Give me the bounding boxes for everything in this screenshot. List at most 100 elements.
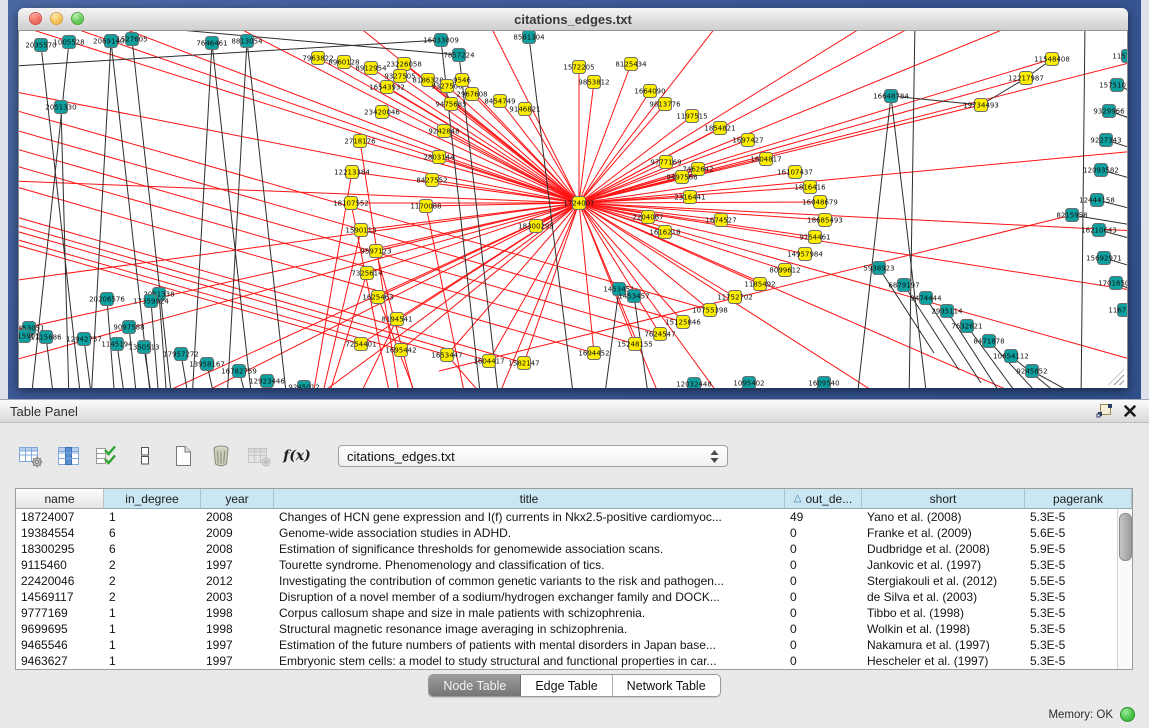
table-cell[interactable]: Corpus callosum shape and size in male p… (274, 605, 785, 621)
graph-node-selected[interactable]: 10755398 (692, 304, 728, 317)
table-cell[interactable]: Dudbridge et al. (2008) (862, 541, 1025, 557)
table-cell[interactable]: 5.6E-5 (1025, 525, 1132, 541)
table-row[interactable]: 977716911998Corpus callosum shape and si… (16, 605, 1132, 621)
edge[interactable] (1081, 31, 1085, 388)
delete-table-icon[interactable] (208, 443, 234, 469)
selected-edge[interactable] (579, 31, 869, 203)
table-cell[interactable]: 0 (785, 653, 862, 669)
graph-node-selected[interactable]: 15125846 (665, 316, 701, 329)
selected-edge[interactable] (19, 123, 594, 353)
table-cell[interactable]: 5.3E-5 (1025, 509, 1132, 525)
edge[interactable] (909, 31, 915, 388)
edge[interactable] (212, 43, 252, 388)
table-cell[interactable]: Wolkin et al. (1998) (862, 621, 1025, 637)
graph-node[interactable]: 12444158 (1079, 194, 1115, 207)
graph-node[interactable]: 2035570 (25, 39, 56, 52)
edge[interactable] (111, 41, 151, 388)
select-column-icon[interactable] (56, 443, 82, 469)
table-cell[interactable]: Hescheler et al. (1997) (862, 653, 1025, 669)
table-cell[interactable]: 2003 (201, 589, 274, 605)
table-cell[interactable]: Estimation of significance thresholds fo… (274, 541, 785, 557)
memory-status-icon[interactable] (1120, 707, 1135, 722)
table-cell[interactable]: 1998 (201, 605, 274, 621)
table-cell[interactable]: 0 (785, 605, 862, 621)
selected-edge[interactable] (489, 31, 579, 203)
table-cell[interactable]: 9465546 (16, 637, 104, 653)
table-cell[interactable]: 1 (104, 653, 201, 669)
graph-node-selected[interactable]: 8125434 (615, 58, 647, 71)
graph-node-selected[interactable]: 12213384 (334, 166, 370, 179)
table-cell[interactable]: 5.3E-5 (1025, 557, 1132, 573)
citation-network-graph[interactable]: 1724007796382289601288912954232260589327… (19, 31, 1127, 388)
graph-node-selected[interactable]: 18107552 (333, 197, 369, 210)
table-panel-header[interactable]: Table Panel (0, 400, 1149, 423)
table-row[interactable]: 911546021997Tourette syndrome. Phenomeno… (16, 557, 1132, 573)
table-cell[interactable]: 5.3E-5 (1025, 605, 1132, 621)
table-cell[interactable]: Changes of HCN gene expression and I(f) … (274, 509, 785, 525)
table-cell[interactable]: 18724007 (16, 509, 104, 525)
table-cell[interactable]: 0 (785, 637, 862, 653)
tab-node-table[interactable]: Node Table (429, 675, 521, 696)
graph-node-selected[interactable]: 9813776 (649, 98, 681, 111)
graph-node-selected[interactable]: 14957984 (787, 248, 823, 261)
table-cell[interactable]: Tourette syndrome. Phenomenology and cla… (274, 557, 785, 573)
table-cell[interactable]: 1997 (201, 653, 274, 669)
graph-node-selected[interactable]: 1185492 (744, 278, 775, 291)
graph-node-selected[interactable]: 8099612 (769, 264, 800, 277)
graph-node-selected[interactable]: 18685493 (807, 214, 843, 227)
column-header-out_de[interactable]: △out_de... (785, 489, 862, 509)
table-cell[interactable]: Franke et al. (2009) (862, 525, 1025, 541)
table-cell[interactable]: 5.3E-5 (1025, 621, 1132, 637)
table-cell[interactable]: Embryonic stem cells: a model to study s… (274, 653, 785, 669)
table-cell[interactable]: 1 (104, 621, 201, 637)
selected-edge[interactable] (439, 215, 1072, 371)
graph-node-selected[interactable]: 2316441 (674, 191, 705, 204)
table-cell[interactable]: 5.3E-5 (1025, 637, 1132, 653)
table-cell[interactable]: 1998 (201, 621, 274, 637)
graph-node-selected[interactable]: 1582147 (508, 357, 539, 370)
selected-edge[interactable] (367, 203, 579, 273)
table-cell[interactable]: 0 (785, 621, 862, 637)
table-cell[interactable]: Structural magnetic resonance image aver… (274, 621, 785, 637)
table-vertical-scrollbar[interactable] (1117, 509, 1132, 669)
graph-node[interactable]: 17957272 (163, 348, 199, 361)
table-cell[interactable]: 18300295 (16, 541, 104, 557)
column-header-name[interactable]: name (16, 489, 104, 509)
graph-node[interactable]: 8471878 (973, 335, 1004, 348)
table-cell[interactable]: 5.3E-5 (1025, 653, 1132, 669)
table-row[interactable]: 969969511998Structural magnetic resonanc… (16, 621, 1132, 637)
graph-node-selected[interactable]: 1816416 (794, 181, 826, 194)
table-cell[interactable]: Genome-wide association studies in ADHD. (274, 525, 785, 541)
graph-node-selected[interactable]: 9546 (453, 74, 471, 87)
table-cell[interactable]: 0 (785, 557, 862, 573)
table-cell[interactable]: 0 (785, 589, 862, 605)
graph-node-selected[interactable]: 1604417 (473, 355, 504, 368)
graph-node[interactable]: 15751074 (1099, 79, 1127, 92)
graph-node-selected[interactable]: 1695442 (385, 344, 416, 357)
edge[interactable] (857, 96, 891, 388)
graph-node[interactable]: 1095402 (733, 377, 764, 389)
table-cell[interactable]: 0 (785, 573, 862, 589)
graph-node-selected[interactable]: 7325614 (351, 267, 383, 280)
network-canvas[interactable]: 1724007796382289601288912954232260589327… (18, 31, 1128, 388)
graph-node[interactable]: 12032448 (676, 378, 712, 389)
graph-node-selected[interactable]: 9475685 (435, 98, 466, 111)
graph-node-selected[interactable]: 8912954 (355, 62, 387, 75)
graph-node[interactable]: 1167533 (1108, 304, 1127, 317)
graph-node-selected[interactable]: 2718176 (344, 135, 376, 148)
table-cell[interactable]: 9699695 (16, 621, 104, 637)
graph-node[interactable]: 7857224 (443, 49, 475, 62)
edge[interactable] (247, 41, 287, 388)
column-header-short[interactable]: short (862, 489, 1025, 509)
graph-node[interactable]: 1157510 (1112, 50, 1127, 63)
table-cell[interactable]: 1 (104, 509, 201, 525)
graph-node[interactable]: 7646461 (196, 37, 227, 50)
graph-node[interactable]: 12942757 (66, 333, 102, 346)
table-cell[interactable]: 2 (104, 573, 201, 589)
graph-node[interactable]: 1005528 (53, 36, 84, 49)
network-window[interactable]: citations_edges.txt 17240077963822896012… (18, 8, 1128, 388)
selected-edge[interactable] (321, 230, 361, 388)
graph-node[interactable]: 1453457 (618, 290, 649, 303)
graph-node[interactable]: 17359924 (133, 295, 169, 308)
graph-node[interactable]: 7632621 (951, 320, 982, 333)
